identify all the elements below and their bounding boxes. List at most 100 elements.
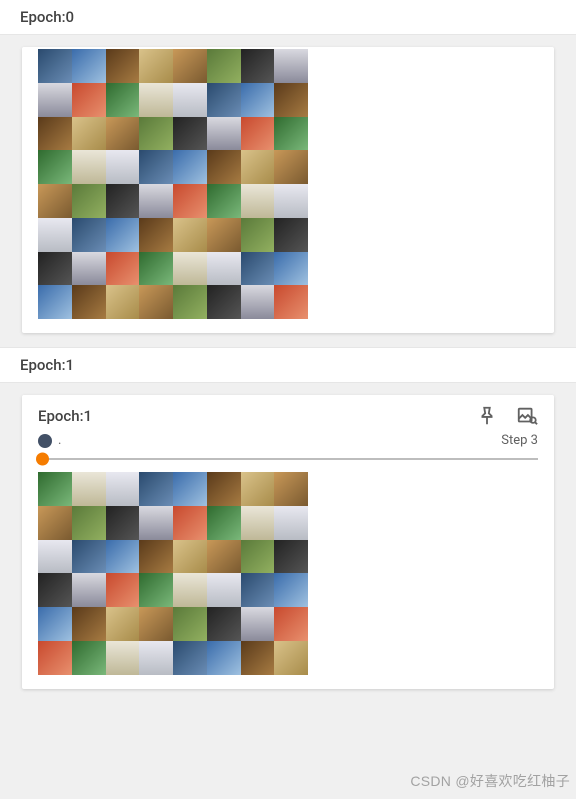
image-tile[interactable] xyxy=(38,506,72,540)
pin-icon[interactable] xyxy=(476,405,498,427)
image-tile[interactable] xyxy=(241,184,275,218)
image-tile[interactable] xyxy=(38,540,72,574)
image-tile[interactable] xyxy=(207,184,241,218)
image-tile[interactable] xyxy=(106,49,140,83)
image-tile[interactable] xyxy=(38,252,72,286)
image-tile[interactable] xyxy=(139,641,173,675)
image-tile[interactable] xyxy=(139,218,173,252)
image-tile[interactable] xyxy=(72,472,106,506)
image-tile[interactable] xyxy=(38,83,72,117)
image-tile[interactable] xyxy=(173,218,207,252)
image-tile[interactable] xyxy=(241,83,275,117)
image-tile[interactable] xyxy=(274,184,308,218)
image-tile[interactable] xyxy=(38,285,72,319)
image-tile[interactable] xyxy=(72,540,106,574)
image-tile[interactable] xyxy=(72,150,106,184)
image-tile[interactable] xyxy=(139,506,173,540)
image-tile[interactable] xyxy=(207,607,241,641)
image-tile[interactable] xyxy=(241,117,275,151)
image-tile[interactable] xyxy=(274,540,308,574)
image-tile[interactable] xyxy=(139,117,173,151)
image-tile[interactable] xyxy=(274,641,308,675)
image-tile[interactable] xyxy=(72,506,106,540)
section-header[interactable]: Epoch:0 xyxy=(0,0,576,35)
image-tile[interactable] xyxy=(274,252,308,286)
image-tile[interactable] xyxy=(241,252,275,286)
image-tile[interactable] xyxy=(139,573,173,607)
step-slider[interactable] xyxy=(38,458,538,460)
image-tile[interactable] xyxy=(274,472,308,506)
slider-thumb[interactable] xyxy=(36,453,49,466)
section-header[interactable]: Epoch:1 xyxy=(0,347,576,383)
image-tile[interactable] xyxy=(106,506,140,540)
image-tile[interactable] xyxy=(173,573,207,607)
image-tile[interactable] xyxy=(173,252,207,286)
image-tile[interactable] xyxy=(106,218,140,252)
image-tile[interactable] xyxy=(173,184,207,218)
image-tile[interactable] xyxy=(241,573,275,607)
image-tile[interactable] xyxy=(241,472,275,506)
image-tile[interactable] xyxy=(241,150,275,184)
image-tile[interactable] xyxy=(173,83,207,117)
image-tile[interactable] xyxy=(207,49,241,83)
image-tile[interactable] xyxy=(72,83,106,117)
image-tile[interactable] xyxy=(106,540,140,574)
image-tile[interactable] xyxy=(72,117,106,151)
image-tile[interactable] xyxy=(173,506,207,540)
image-tile[interactable] xyxy=(106,641,140,675)
image-tile[interactable] xyxy=(106,285,140,319)
image-tile[interactable] xyxy=(106,117,140,151)
image-tile[interactable] xyxy=(274,506,308,540)
image-tile[interactable] xyxy=(274,49,308,83)
image-tile[interactable] xyxy=(207,150,241,184)
image-tile[interactable] xyxy=(173,472,207,506)
image-tile[interactable] xyxy=(106,607,140,641)
image-search-icon[interactable] xyxy=(516,405,538,427)
image-tile[interactable] xyxy=(274,607,308,641)
image-tile[interactable] xyxy=(139,150,173,184)
run-indicator[interactable]: . xyxy=(38,433,61,448)
image-tile[interactable] xyxy=(38,150,72,184)
image-tile[interactable] xyxy=(241,540,275,574)
image-tile[interactable] xyxy=(38,117,72,151)
image-tile[interactable] xyxy=(139,49,173,83)
image-tile[interactable] xyxy=(38,472,72,506)
image-tile[interactable] xyxy=(207,117,241,151)
image-tile[interactable] xyxy=(106,83,140,117)
image-tile[interactable] xyxy=(207,218,241,252)
image-tile[interactable] xyxy=(274,117,308,151)
image-tile[interactable] xyxy=(38,641,72,675)
image-tile[interactable] xyxy=(38,607,72,641)
image-tile[interactable] xyxy=(241,641,275,675)
image-tile[interactable] xyxy=(207,540,241,574)
image-tile[interactable] xyxy=(139,607,173,641)
image-tile[interactable] xyxy=(274,218,308,252)
image-tile[interactable] xyxy=(139,184,173,218)
image-tile[interactable] xyxy=(106,150,140,184)
image-tile[interactable] xyxy=(38,184,72,218)
image-tile[interactable] xyxy=(139,285,173,319)
image-tile[interactable] xyxy=(173,117,207,151)
image-tile[interactable] xyxy=(173,285,207,319)
image-tile[interactable] xyxy=(139,540,173,574)
image-tile[interactable] xyxy=(274,573,308,607)
image-tile[interactable] xyxy=(241,49,275,83)
image-tile[interactable] xyxy=(207,83,241,117)
image-tile[interactable] xyxy=(38,49,72,83)
image-tile[interactable] xyxy=(72,252,106,286)
image-tile[interactable] xyxy=(207,252,241,286)
image-tile[interactable] xyxy=(72,285,106,319)
image-tile[interactable] xyxy=(207,573,241,607)
image-tile[interactable] xyxy=(38,218,72,252)
image-tile[interactable] xyxy=(274,285,308,319)
image-tile[interactable] xyxy=(72,184,106,218)
image-tile[interactable] xyxy=(173,540,207,574)
image-tile[interactable] xyxy=(106,472,140,506)
image-tile[interactable] xyxy=(72,607,106,641)
image-tile[interactable] xyxy=(106,184,140,218)
image-tile[interactable] xyxy=(173,607,207,641)
image-tile[interactable] xyxy=(207,641,241,675)
image-tile[interactable] xyxy=(72,49,106,83)
image-tile[interactable] xyxy=(241,506,275,540)
image-tile[interactable] xyxy=(207,506,241,540)
